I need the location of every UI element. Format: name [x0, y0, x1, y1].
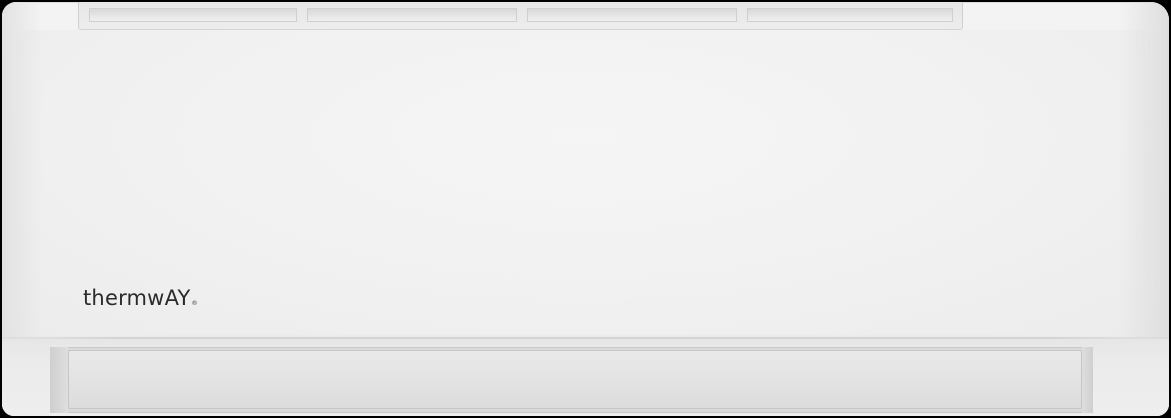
grille-slot: [307, 8, 517, 22]
brand-logo: thermwAY®: [83, 286, 198, 310]
brand-logo-accent: AY: [164, 286, 191, 310]
outlet-side: [1082, 347, 1093, 413]
brand-logo-main: thermw: [83, 286, 165, 310]
grille-slot: [89, 8, 297, 22]
product-photo: thermwAY®: [0, 0, 1171, 418]
outlet-side: [50, 347, 68, 413]
grille-slot: [527, 8, 737, 22]
grille-slot: [747, 8, 953, 22]
air-outlet: [50, 347, 1093, 413]
air-conditioner-indoor-unit: thermwAY®: [2, 2, 1169, 416]
air-outlet-flap: [68, 350, 1082, 409]
registered-mark: ®: [191, 300, 198, 307]
top-air-intake-grille: [78, 2, 963, 30]
